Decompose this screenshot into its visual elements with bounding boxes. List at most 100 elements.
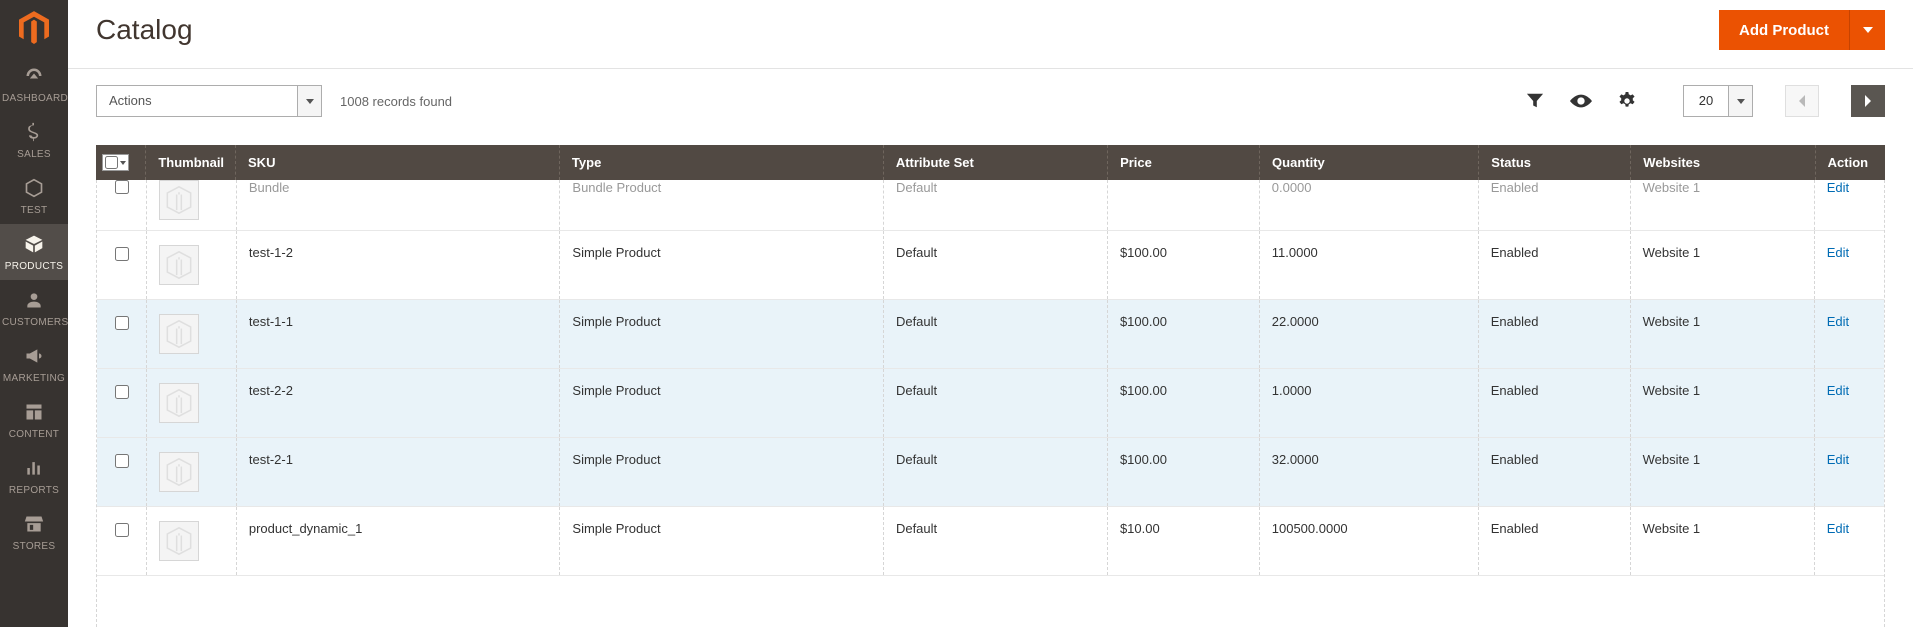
cell-quantity: 1.0000 bbox=[1259, 369, 1478, 438]
col-status[interactable]: Status bbox=[1479, 145, 1631, 180]
cell-status: Enabled bbox=[1478, 300, 1630, 369]
nav-item-label: DASHBOARD bbox=[2, 93, 66, 104]
next-page-button[interactable] bbox=[1851, 85, 1885, 117]
select-all-header[interactable] bbox=[96, 145, 146, 180]
chevron-down-icon bbox=[1863, 25, 1873, 35]
cell-status: Enabled bbox=[1478, 369, 1630, 438]
table-row[interactable]: product_dynamic_1Simple ProductDefault$1… bbox=[97, 507, 1884, 576]
col-quantity[interactable]: Quantity bbox=[1260, 145, 1479, 180]
nav-item-stores[interactable]: STORES bbox=[0, 504, 68, 560]
row-checkbox[interactable] bbox=[115, 316, 129, 330]
thumbnail-placeholder bbox=[159, 180, 199, 220]
cell-attribute-set: Default bbox=[883, 300, 1107, 369]
cell-type: Simple Product bbox=[560, 300, 884, 369]
col-price[interactable]: Price bbox=[1108, 145, 1260, 180]
edit-link[interactable]: Edit bbox=[1827, 180, 1849, 195]
chevron-right-icon bbox=[1864, 95, 1872, 107]
nav-item-dashboard[interactable]: DASHBOARD bbox=[0, 56, 68, 112]
add-product-dropdown-toggle[interactable] bbox=[1849, 10, 1885, 50]
table-row[interactable]: BundleBundle ProductDefault0.0000Enabled… bbox=[97, 180, 1884, 231]
nav-item-marketing[interactable]: MARKETING bbox=[0, 336, 68, 392]
filters-button[interactable] bbox=[1521, 87, 1549, 115]
bulk-actions-label: Actions bbox=[97, 86, 297, 116]
eye-icon bbox=[1570, 94, 1592, 108]
cell-price: $100.00 bbox=[1107, 300, 1259, 369]
thumbnail-placeholder bbox=[159, 314, 199, 354]
cell-quantity: 0.0000 bbox=[1259, 180, 1478, 231]
nav-item-label: REPORTS bbox=[2, 485, 66, 496]
thumbnail-placeholder bbox=[159, 383, 199, 423]
cell-sku: product_dynamic_1 bbox=[236, 507, 560, 576]
col-attribute-set[interactable]: Attribute Set bbox=[883, 145, 1107, 180]
hex-icon bbox=[2, 178, 66, 201]
edit-link[interactable]: Edit bbox=[1827, 521, 1849, 536]
cell-status: Enabled bbox=[1478, 231, 1630, 300]
cell-status: Enabled bbox=[1478, 180, 1630, 231]
thumbnail-placeholder bbox=[159, 245, 199, 285]
col-type[interactable]: Type bbox=[559, 145, 883, 180]
table-row[interactable]: test-1-2Simple ProductDefault$100.0011.0… bbox=[97, 231, 1884, 300]
cell-sku: test-2-1 bbox=[236, 438, 560, 507]
nav-item-label: MARKETING bbox=[2, 373, 66, 384]
gear-icon bbox=[1618, 92, 1636, 110]
nav-item-customers[interactable]: CUSTOMERS bbox=[0, 280, 68, 336]
thumbnail-placeholder bbox=[159, 521, 199, 561]
col-sku[interactable]: SKU bbox=[236, 145, 560, 180]
cell-sku: test-2-2 bbox=[236, 369, 560, 438]
row-checkbox[interactable] bbox=[115, 454, 129, 468]
cell-price: $10.00 bbox=[1107, 507, 1259, 576]
cell-status: Enabled bbox=[1478, 438, 1630, 507]
page-size-select[interactable]: 20 bbox=[1683, 85, 1753, 117]
product-grid: Thumbnail SKU Type Attribute Set Price Q… bbox=[68, 145, 1913, 627]
nav-item-reports[interactable]: REPORTS bbox=[0, 448, 68, 504]
columns-settings-button[interactable] bbox=[1613, 87, 1641, 115]
person-icon bbox=[2, 290, 66, 313]
cell-sku: test-1-1 bbox=[236, 300, 560, 369]
col-thumbnail[interactable]: Thumbnail bbox=[146, 145, 236, 180]
cell-type: Simple Product bbox=[560, 231, 884, 300]
cell-type: Simple Product bbox=[560, 507, 884, 576]
box-icon bbox=[2, 234, 66, 257]
cell-type: Simple Product bbox=[560, 438, 884, 507]
nav-item-content[interactable]: CONTENT bbox=[0, 392, 68, 448]
add-product-button[interactable]: Add Product bbox=[1719, 10, 1849, 50]
prev-page-button[interactable] bbox=[1785, 85, 1819, 117]
cell-price bbox=[1107, 180, 1259, 231]
table-row[interactable]: test-2-1Simple ProductDefault$100.0032.0… bbox=[97, 438, 1884, 507]
cell-price: $100.00 bbox=[1107, 438, 1259, 507]
nav-item-label: TEST bbox=[2, 205, 66, 216]
gauge-icon bbox=[2, 66, 66, 89]
nav-item-test[interactable]: TEST bbox=[0, 168, 68, 224]
default-view-button[interactable] bbox=[1567, 87, 1595, 115]
page-header: Catalog Add Product bbox=[68, 0, 1913, 69]
grid-header-table: Thumbnail SKU Type Attribute Set Price Q… bbox=[96, 145, 1885, 180]
nav-item-sales[interactable]: SALES bbox=[0, 112, 68, 168]
table-row[interactable]: test-1-1Simple ProductDefault$100.0022.0… bbox=[97, 300, 1884, 369]
chevron-down-icon bbox=[1728, 86, 1752, 116]
chevron-down-icon bbox=[120, 161, 126, 165]
cell-websites: Website 1 bbox=[1630, 180, 1814, 231]
cell-websites: Website 1 bbox=[1630, 369, 1814, 438]
cell-attribute-set: Default bbox=[883, 369, 1107, 438]
storefront-icon bbox=[2, 514, 66, 537]
cell-quantity: 22.0000 bbox=[1259, 300, 1478, 369]
cell-status: Enabled bbox=[1478, 507, 1630, 576]
edit-link[interactable]: Edit bbox=[1827, 383, 1849, 398]
cell-attribute-set: Default bbox=[883, 438, 1107, 507]
edit-link[interactable]: Edit bbox=[1827, 245, 1849, 260]
row-checkbox[interactable] bbox=[115, 247, 129, 261]
row-checkbox[interactable] bbox=[115, 385, 129, 399]
edit-link[interactable]: Edit bbox=[1827, 314, 1849, 329]
table-row[interactable]: test-2-2Simple ProductDefault$100.001.00… bbox=[97, 369, 1884, 438]
select-all-checkbox[interactable] bbox=[105, 156, 118, 169]
nav-item-label: STORES bbox=[2, 541, 66, 552]
bulk-actions-select[interactable]: Actions bbox=[96, 85, 322, 117]
edit-link[interactable]: Edit bbox=[1827, 452, 1849, 467]
col-websites[interactable]: Websites bbox=[1631, 145, 1815, 180]
row-checkbox[interactable] bbox=[115, 180, 129, 194]
nav-item-products[interactable]: PRODUCTS bbox=[0, 224, 68, 280]
add-product-split-button: Add Product bbox=[1719, 10, 1885, 50]
cell-websites: Website 1 bbox=[1630, 507, 1814, 576]
cell-websites: Website 1 bbox=[1630, 300, 1814, 369]
row-checkbox[interactable] bbox=[115, 523, 129, 537]
